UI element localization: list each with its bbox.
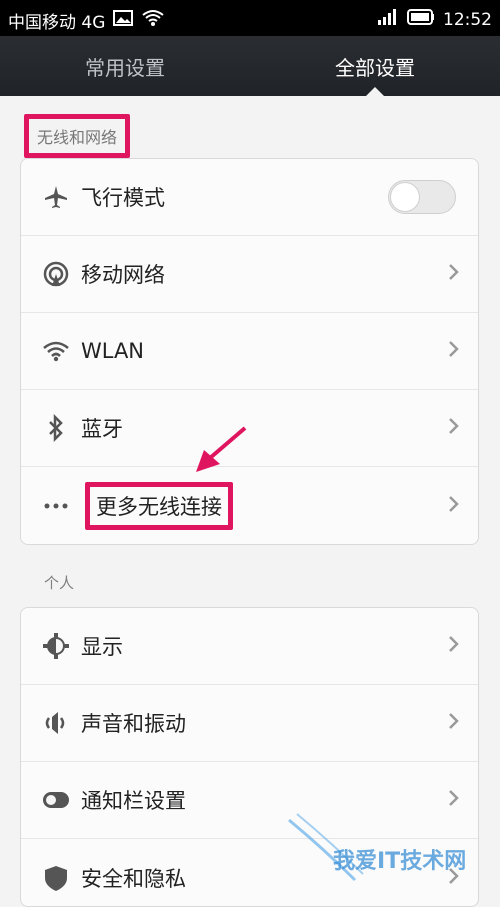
chevron-right-icon [448, 263, 460, 285]
shield-icon [41, 863, 71, 893]
wifi-icon [41, 336, 71, 366]
wireless-settings-card: 飞行模式 移动网络 WLAN 蓝牙 更多无线连接 [20, 158, 479, 545]
clock: 12:52 [443, 9, 492, 30]
list-item-label: 移动网络 [81, 263, 165, 287]
watermark-logo: 我爱IT技术网 [285, 810, 495, 893]
list-item-label: 安全和隐私 [81, 866, 186, 891]
battery-icon [407, 9, 435, 30]
list-item-wlan[interactable]: WLAN [21, 313, 478, 390]
list-item-label: 更多无线连接 [85, 481, 233, 530]
annotation-arrow [190, 424, 250, 480]
toggle-knob [390, 182, 420, 212]
chevron-right-icon [448, 789, 460, 811]
chevron-right-icon [448, 495, 460, 517]
section-title-wireless: 无线和网络 [24, 114, 131, 158]
list-item-sound-vibration[interactable]: 声音和振动 [21, 685, 478, 762]
notification-toggle-icon [41, 785, 71, 815]
tab-common-settings[interactable]: 常用设置 [0, 36, 250, 96]
section-title-personal: 个人 [44, 574, 75, 592]
mobile-network-icon [41, 259, 71, 289]
tab-all-settings[interactable]: 全部设置 [250, 36, 500, 96]
status-bar: 中国移动 4G 12:52 [0, 0, 500, 36]
more-dots-icon [41, 491, 71, 521]
list-item-label: 通知栏设置 [81, 789, 186, 813]
list-item-display[interactable]: 显示 [21, 608, 478, 685]
list-item-airplane-mode[interactable]: 飞行模式 [21, 159, 478, 236]
list-item-mobile-network[interactable]: 移动网络 [21, 236, 478, 313]
list-item-label: 声音和振动 [81, 712, 186, 736]
image-notification-icon [113, 10, 134, 31]
display-gear-icon [41, 631, 71, 661]
list-item-label: 显示 [81, 635, 123, 659]
chevron-right-icon [448, 635, 460, 657]
airplane-icon [41, 182, 71, 212]
chevron-right-icon [448, 417, 460, 439]
wifi-status-icon [141, 9, 165, 32]
signal-icon [377, 8, 399, 31]
settings-tabs: 常用设置 全部设置 [0, 36, 500, 96]
bluetooth-icon [41, 413, 71, 443]
airplane-mode-toggle[interactable] [388, 180, 456, 214]
svg-text:我爱IT技术网: 我爱IT技术网 [333, 849, 466, 874]
chevron-right-icon [448, 340, 460, 362]
carrier-label: 中国移动 4G [8, 13, 106, 33]
chevron-right-icon [448, 712, 460, 734]
list-item-label: WLAN [81, 339, 145, 363]
sound-icon [41, 708, 71, 738]
list-item-label: 蓝牙 [81, 417, 123, 441]
list-item-label: 飞行模式 [81, 186, 165, 210]
